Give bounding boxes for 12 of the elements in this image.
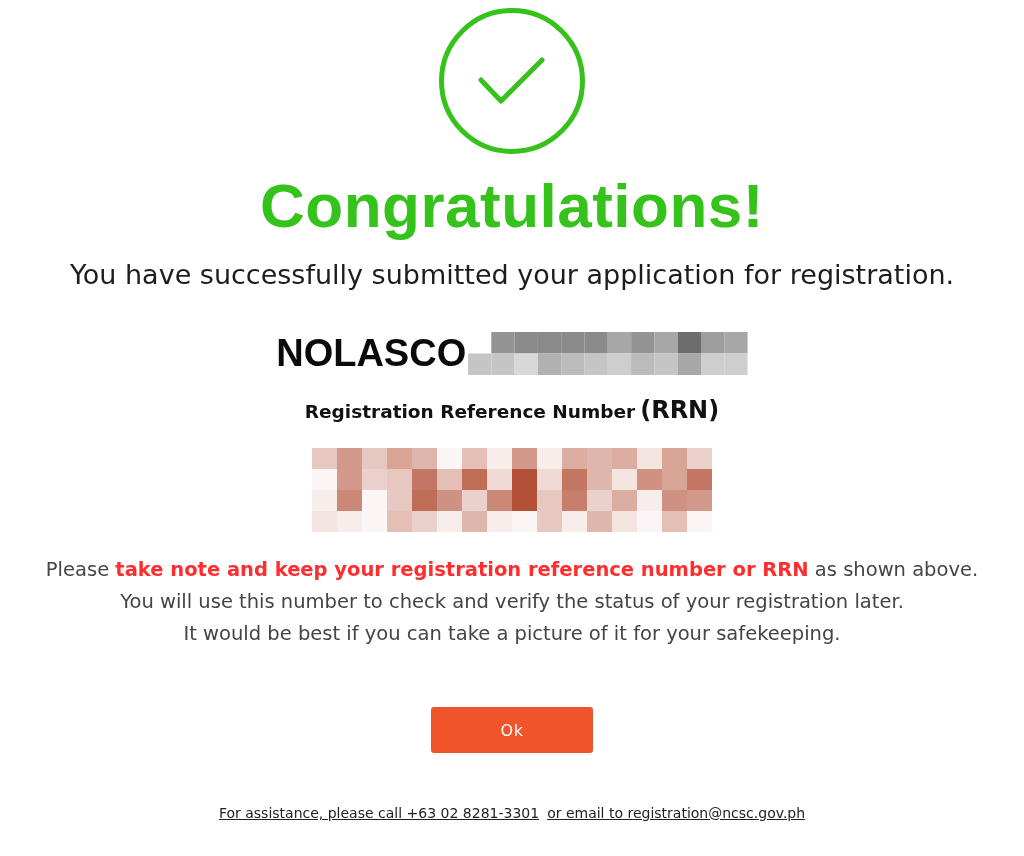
assistance-link[interactable]: For assistance, please call +63 02 8281-3301: [218, 803, 540, 823]
applicant-surname: NOLASCO: [276, 332, 467, 375]
success-message: You have successfully submitted your application for registration.: [69, 260, 955, 290]
instruction-text: You will use this number to check and verify the status of your registration later.: [120, 589, 904, 615]
ok-button[interactable]: Ok: [431, 707, 593, 753]
instruction-text: Please take note and keep your registration reference number or RRN as shown above.: [45, 557, 979, 583]
congratulations-heading: Congratulations!: [260, 174, 764, 238]
assistance-link[interactable]: or email to registration@ncsc.gov.ph: [547, 803, 806, 823]
instruction-text: It would be best if you can take a picture of it for your safekeeping.: [183, 621, 841, 647]
reference-number-label: Registration Reference Number: [304, 400, 636, 424]
reference-abbreviation: (RRN): [640, 397, 720, 423]
check-circle-icon: [439, 8, 585, 154]
